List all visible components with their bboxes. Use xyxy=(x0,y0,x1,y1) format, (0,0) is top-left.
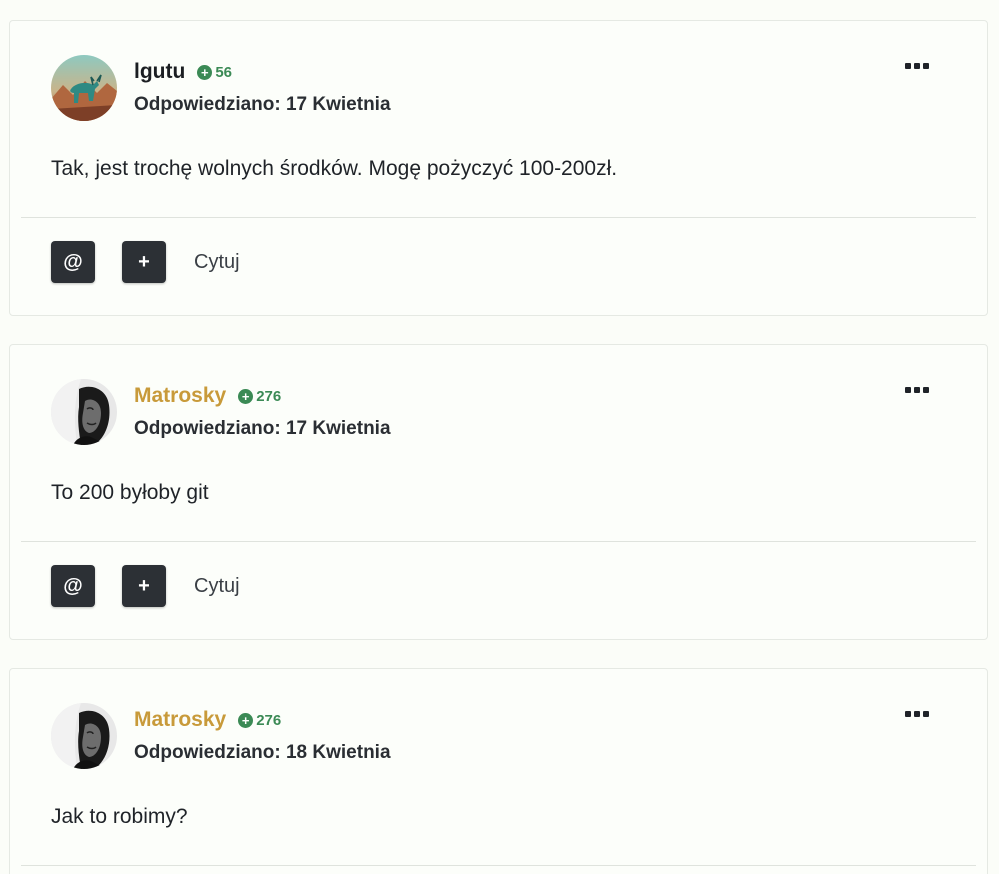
post: Matrosky + 276 Odpowiedziano: 18 Kwietni… xyxy=(9,668,988,874)
post: lgutu + 56 Odpowiedziano: 17 Kwietnia Ta… xyxy=(9,20,988,316)
quote-button[interactable]: Cytuj xyxy=(194,251,240,274)
avatar[interactable] xyxy=(51,379,117,445)
at-icon: @ xyxy=(63,250,83,273)
reputation-count: 276 xyxy=(256,387,282,405)
ellipsis-icon[interactable] xyxy=(905,711,929,717)
author-row: Matrosky + 276 xyxy=(134,383,281,409)
author-name[interactable]: Matrosky xyxy=(134,708,226,732)
quote-button[interactable]: Cytuj xyxy=(194,575,240,598)
post: Matrosky + 276 Odpowiedziano: 17 Kwietni… xyxy=(9,344,988,640)
mention-button[interactable]: @ xyxy=(51,241,95,283)
post-date: Odpowiedziano: 17 Kwietnia xyxy=(134,418,391,439)
plus-circle-icon: + xyxy=(238,712,254,728)
post-content: Jak to robimy? xyxy=(51,805,188,828)
author-row: Matrosky + 276 xyxy=(134,707,281,733)
ellipsis-icon[interactable] xyxy=(905,387,929,393)
divider xyxy=(21,217,976,218)
add-button[interactable]: + xyxy=(122,241,166,283)
divider xyxy=(21,865,976,866)
divider xyxy=(21,541,976,542)
avatar[interactable] xyxy=(51,55,117,121)
post-actions: @ + Cytuj xyxy=(51,241,240,283)
reputation-badge: + 56 xyxy=(197,64,232,81)
reputation-badge: + 276 xyxy=(238,712,281,729)
author-name[interactable]: lgutu xyxy=(134,60,185,84)
portrait-avatar-icon xyxy=(51,703,117,769)
post-feed: lgutu + 56 Odpowiedziano: 17 Kwietnia Ta… xyxy=(0,0,999,874)
portrait-avatar-icon xyxy=(51,379,117,445)
add-button[interactable]: + xyxy=(122,565,166,607)
post-content: Tak, jest trochę wolnych środków. Mogę p… xyxy=(51,157,618,180)
plus-circle-icon: + xyxy=(238,388,254,404)
author-name[interactable]: Matrosky xyxy=(134,384,226,408)
plus-icon: + xyxy=(138,574,150,597)
plus-icon: + xyxy=(138,250,150,273)
bull-avatar-icon xyxy=(51,55,117,121)
avatar[interactable] xyxy=(51,703,117,769)
post-date: Odpowiedziano: 17 Kwietnia xyxy=(134,94,391,115)
reputation-badge: + 276 xyxy=(238,388,281,405)
post-date: Odpowiedziano: 18 Kwietnia xyxy=(134,742,391,763)
author-row: lgutu + 56 xyxy=(134,59,232,85)
reputation-count: 276 xyxy=(256,711,282,729)
post-content: To 200 byłoby git xyxy=(51,481,209,504)
post-actions: @ + Cytuj xyxy=(51,565,240,607)
mention-button[interactable]: @ xyxy=(51,565,95,607)
plus-circle-icon: + xyxy=(197,64,213,80)
reputation-count: 56 xyxy=(215,63,232,81)
ellipsis-icon[interactable] xyxy=(905,63,929,69)
at-icon: @ xyxy=(63,574,83,597)
